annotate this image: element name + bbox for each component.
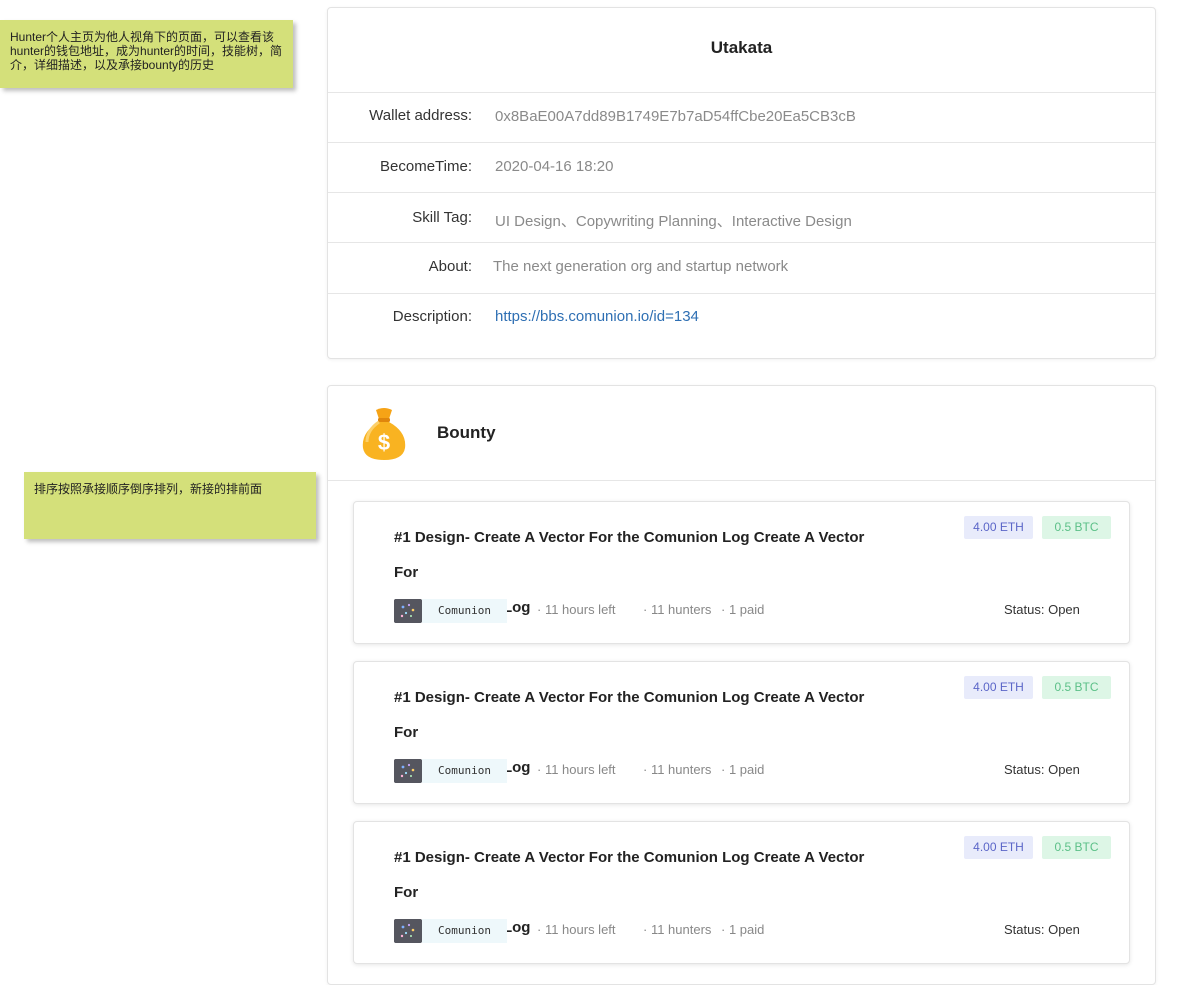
bounty-list-item[interactable]: #1 Design- Create A Vector For the Comun… <box>353 661 1130 804</box>
paid-count: · 1 paid <box>721 762 765 777</box>
org-name: Comunion <box>422 759 507 783</box>
bounty-status: Status: Open <box>1004 922 1080 937</box>
skill-tag-value: UI Design、Copywriting Planning、Interacti… <box>495 213 852 230</box>
btc-reward-badge: 0.5 BTC <box>1042 516 1111 539</box>
org-logo-icon <box>394 919 422 943</box>
time-left: · 11 hours left <box>537 602 616 617</box>
bounty-header: $ Bounty <box>328 386 1155 481</box>
time-left: · 11 hours left <box>537 922 616 937</box>
skill-tag-label: Skill Tag: <box>412 209 472 226</box>
annotation-note-profile: Hunter个人主页为他人视角下的页面，可以查看该hunter的钱包地址，成为h… <box>0 20 293 88</box>
annotation-note-text: 排序按照承接顺序倒序排列，新接的排前面 <box>34 482 263 496</box>
bounty-item-title-line1: #1 Design- Create A Vector For the Comun… <box>394 529 865 581</box>
org-logo-icon <box>394 759 422 783</box>
wallet-address-value: 0x8BaE00A7dd89B1749E7b7aD54ffCbe20Ea5CB3… <box>495 108 856 125</box>
bounty-item-title-line1: #1 Design- Create A Vector For the Comun… <box>394 849 865 901</box>
hunters-count: · 11 hunters <box>643 922 712 937</box>
btc-reward-badge: 0.5 BTC <box>1042 836 1111 859</box>
annotation-note-text: Hunter个人主页为他人视角下的页面，可以查看该hunter的钱包地址，成为h… <box>10 30 283 72</box>
about-row: About: The next generation org and start… <box>328 243 1155 294</box>
profile-name: Utakata <box>328 8 1155 93</box>
about-label: About: <box>428 258 472 275</box>
bounty-item-title-line1: #1 Design- Create A Vector For the Comun… <box>394 689 865 741</box>
paid-count: · 1 paid <box>721 922 765 937</box>
eth-reward-badge: 4.00 ETH <box>964 676 1033 699</box>
bounty-list-item[interactable]: #1 Design- Create A Vector For the Comun… <box>353 821 1130 964</box>
wallet-address-row: Wallet address: 0x8BaE00A7dd89B1749E7b7a… <box>328 93 1155 143</box>
hunters-count: · 11 hunters <box>643 762 712 777</box>
svg-text:$: $ <box>378 430 390 455</box>
profile-card: Utakata Wallet address: 0x8BaE00A7dd89B1… <box>327 7 1156 359</box>
become-time-row: BecomeTime: 2020-04-16 18:20 <box>328 143 1155 193</box>
description-link[interactable]: https://bbs.comunion.io/id=134 <box>495 308 699 325</box>
bounty-section-title: Bounty <box>437 423 496 442</box>
org-logo-icon <box>394 599 422 623</box>
hunters-count: · 11 hunters <box>643 602 712 617</box>
about-value: The next generation org and startup netw… <box>493 258 789 275</box>
org-name: Comunion <box>422 599 507 623</box>
become-time-label: BecomeTime: <box>380 158 472 175</box>
bounty-status: Status: Open <box>1004 602 1080 617</box>
skill-tag-row: Skill Tag: UI Design、Copywriting Plannin… <box>328 193 1155 243</box>
paid-count: · 1 paid <box>721 602 765 617</box>
org-name: Comunion <box>422 919 507 943</box>
bounty-status: Status: Open <box>1004 762 1080 777</box>
description-row: Description: https://bbs.comunion.io/id=… <box>328 294 1155 344</box>
money-bag-icon: $ <box>362 408 406 460</box>
wallet-address-label: Wallet address: <box>369 107 472 124</box>
eth-reward-badge: 4.00 ETH <box>964 836 1033 859</box>
btc-reward-badge: 0.5 BTC <box>1042 676 1111 699</box>
description-label: Description: <box>392 308 472 325</box>
annotation-note-bounty: 排序按照承接顺序倒序排列，新接的排前面 <box>24 472 316 539</box>
bounty-list-item[interactable]: #1 Design- Create A Vector For the Comun… <box>353 501 1130 644</box>
bounty-card: $ Bounty #1 Design- Create A Vector For … <box>327 385 1156 985</box>
eth-reward-badge: 4.00 ETH <box>964 516 1033 539</box>
time-left: · 11 hours left <box>537 762 616 777</box>
become-time-value: 2020-04-16 18:20 <box>495 158 614 175</box>
